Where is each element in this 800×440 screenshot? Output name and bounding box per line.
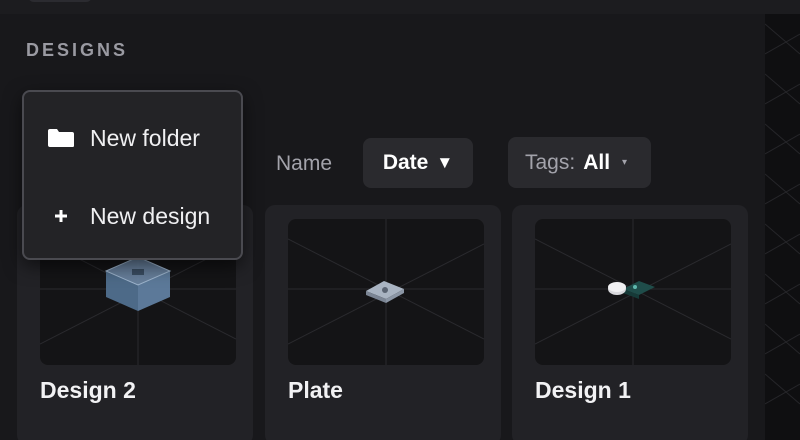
- design-thumbnail: [288, 219, 484, 365]
- tags-filter-label: Tags:: [525, 150, 576, 174]
- top-bar-tab[interactable]: [28, 0, 92, 2]
- menu-item-label: New folder: [90, 124, 200, 151]
- tags-filter-dropdown[interactable]: Tags: All ▾: [508, 137, 651, 188]
- folder-icon: [46, 126, 76, 150]
- tags-filter-value: All: [583, 150, 611, 174]
- design-thumbnail: [535, 219, 731, 365]
- new-item-menu: New folder New design: [22, 90, 243, 260]
- sort-direction-icon: ▼: [436, 153, 454, 172]
- design-card[interactable]: Design 1: [512, 205, 748, 440]
- plus-icon: [46, 204, 76, 228]
- viewport-background-grid: [765, 14, 800, 440]
- menu-item-new-folder[interactable]: New folder: [24, 108, 241, 168]
- chevron-down-icon: ▾: [622, 157, 628, 168]
- top-bar: [0, 0, 800, 14]
- menu-item-new-design[interactable]: New design: [24, 186, 241, 246]
- section-title: DESIGNS: [26, 40, 129, 60]
- design-card[interactable]: Plate: [265, 205, 501, 440]
- menu-item-label: New design: [90, 202, 211, 229]
- design-title: Plate: [288, 377, 343, 403]
- sort-date-button[interactable]: Date ▼: [363, 138, 473, 188]
- sort-name-button[interactable]: Name: [276, 152, 332, 176]
- sort-date-label: Date: [382, 151, 429, 174]
- design-title: Design 2: [40, 377, 136, 403]
- design-title: Design 1: [535, 377, 631, 403]
